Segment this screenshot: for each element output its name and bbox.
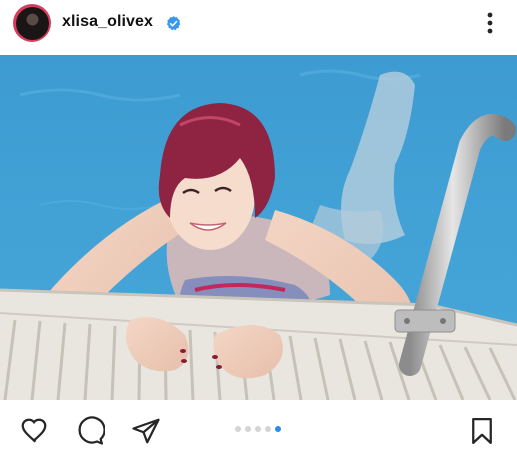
pool-scene-image (0, 55, 517, 400)
carousel-dot (255, 426, 261, 432)
bookmark-icon[interactable] (467, 416, 497, 446)
carousel-dot (235, 426, 241, 432)
carousel-dot (265, 426, 271, 432)
carousel-dot (245, 426, 251, 432)
carousel-dot-active (275, 426, 281, 432)
avatar-story-ring[interactable] (13, 4, 51, 42)
carousel-indicator (235, 426, 281, 432)
more-options-icon (487, 12, 493, 34)
send-icon[interactable] (131, 416, 161, 446)
post-header: xlisa_olivex (0, 0, 517, 52)
verified-badge-icon (166, 16, 181, 31)
post-action-bar (0, 400, 517, 452)
comment-icon[interactable] (75, 416, 105, 446)
post-photo[interactable] (0, 55, 517, 400)
avatar[interactable] (15, 6, 49, 40)
heart-icon[interactable] (19, 416, 49, 446)
username-link[interactable]: xlisa_olivex (62, 13, 153, 31)
more-options-button[interactable] (480, 10, 500, 36)
